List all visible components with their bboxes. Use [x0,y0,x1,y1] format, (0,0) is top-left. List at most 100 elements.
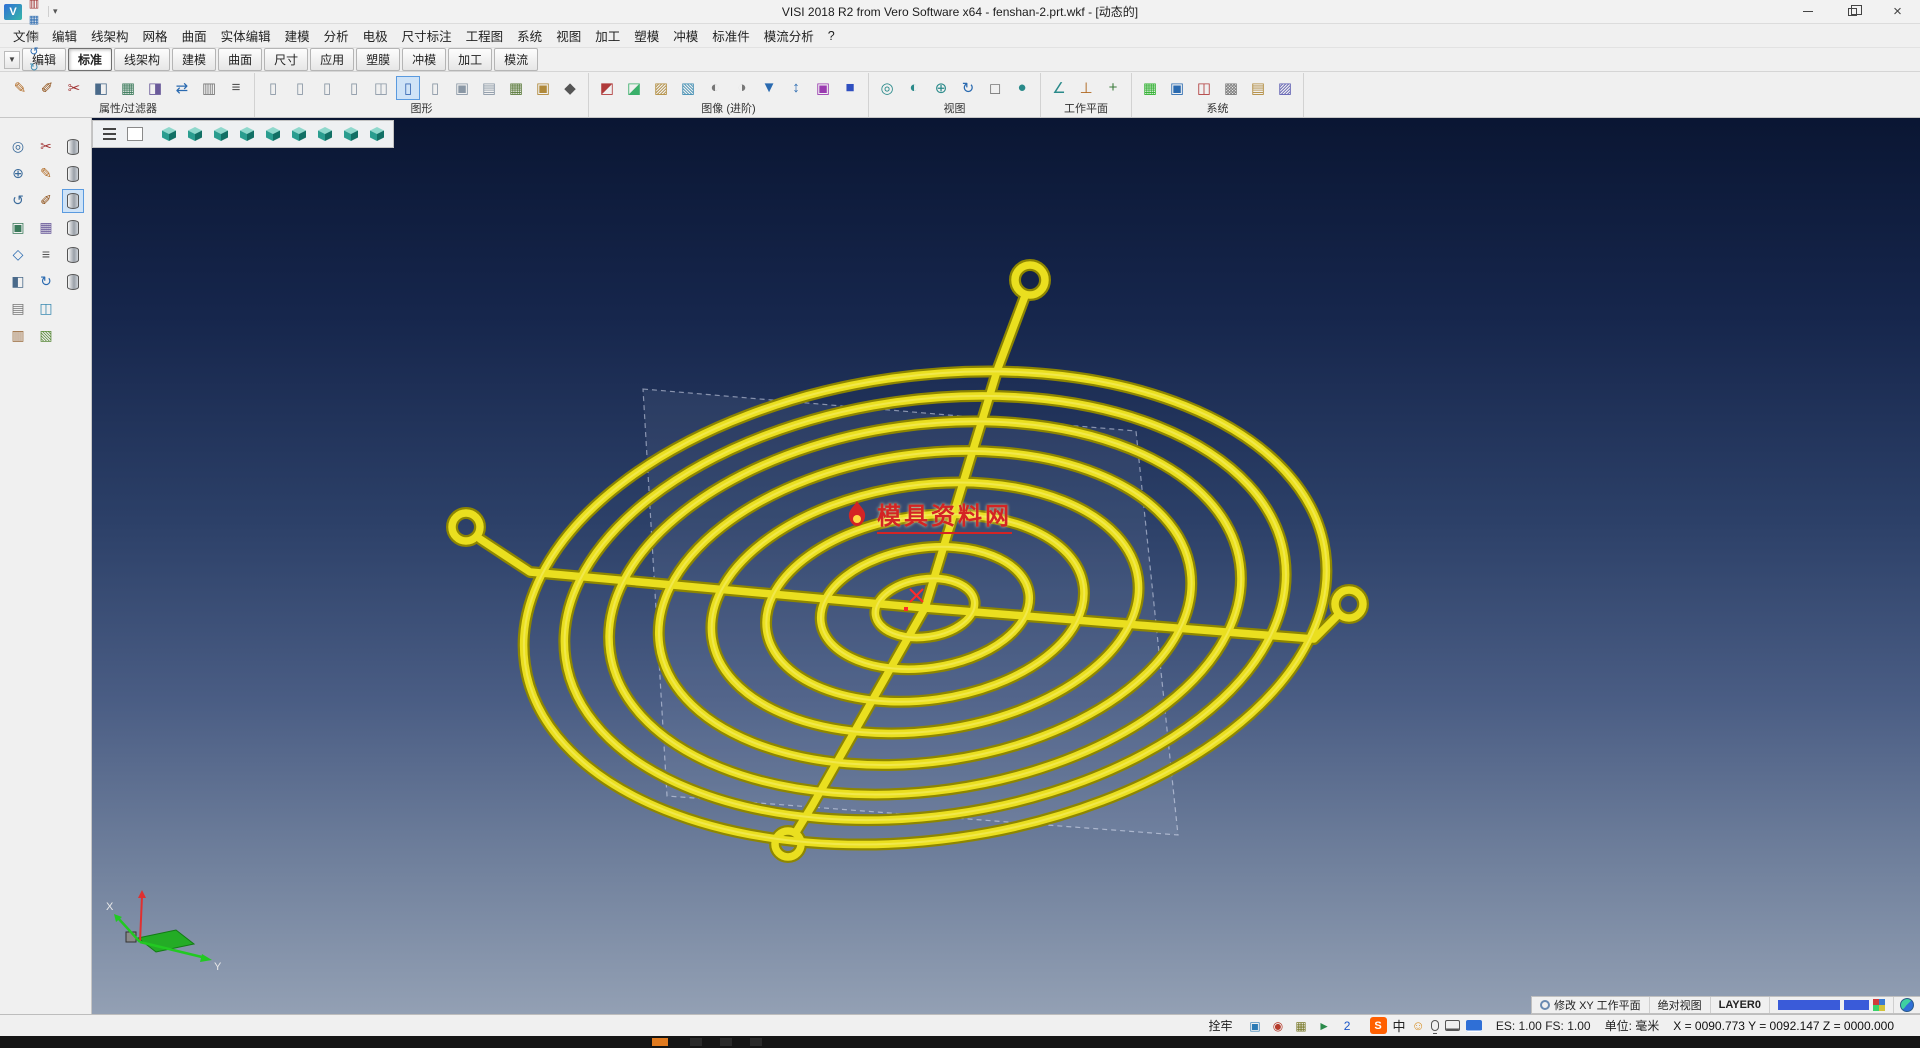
toolbar-icon-halfview[interactable]: ◐ [902,76,926,100]
help-count-icon[interactable]: 2 [1339,1017,1356,1034]
toolbar-icon-cyl-4[interactable]: ▯ [342,76,366,100]
left-tool-grid[interactable]: ▦ [33,215,59,239]
menu-mesh[interactable]: 网格 [136,23,175,48]
layer-cylinder-2[interactable] [62,162,84,186]
windows-taskbar[interactable] [0,1036,1920,1048]
menu-solid-edit[interactable]: 实体编辑 [214,23,278,48]
toolbar-icon-cyl-1[interactable]: ▯ [261,76,285,100]
menu-view[interactable]: 视图 [549,23,588,48]
toolbar-icon-rows[interactable]: ▤ [1246,76,1270,100]
menu-system[interactable]: 系统 [510,23,549,48]
grid-icon[interactable]: ▦ [1293,1017,1310,1034]
toolbar-icon-hatch-b[interactable]: ▧ [676,76,700,100]
toolbar-icon-perp[interactable]: ⊥ [1074,76,1098,100]
menu-wireframe[interactable]: 线架构 [84,23,136,48]
toolbar-icon-cyl-5[interactable]: ◫ [369,76,393,100]
layer-cylinder-5[interactable] [62,243,84,267]
toolbar-icon-grid[interactable]: ▦ [116,76,140,100]
ime-keyboard-icon[interactable] [1445,1020,1460,1031]
viewport-icon[interactable]: ▣ [1247,1017,1264,1034]
close-button[interactable]: × [1875,0,1920,24]
toolbar-icon-swap[interactable]: ⇄ [170,76,194,100]
model-canvas[interactable] [92,118,1920,1014]
toolbar-icon-angle[interactable]: ∠ [1047,76,1071,100]
toolbar-icon-half-a[interactable]: ◐ [703,76,727,100]
tab-surface[interactable]: 曲面 [218,48,262,71]
taskbar-icon[interactable] [690,1038,702,1046]
left-tool-snap[interactable]: ⊕ [5,161,31,185]
color-palette-icon[interactable] [1873,999,1885,1011]
ime-lang-toggle[interactable]: 中 [1393,1016,1406,1035]
cube-view-iso-3[interactable] [339,123,363,145]
toolbar-icon-target[interactable]: ◎ [875,76,899,100]
toolbar-icon-halfshade[interactable]: ◧ [89,76,113,100]
left-tool-redo[interactable]: ↻ [33,269,59,293]
toolbar-icon-frame[interactable]: ◻ [983,76,1007,100]
toolbar-icon-shade-b[interactable]: ◪ [622,76,646,100]
toolbar-icon-blue-cube[interactable]: ■ [838,76,862,100]
toolbar-icon-cyl-8[interactable]: ▤ [477,76,501,100]
menu-die[interactable]: 冲模 [666,23,705,48]
left-tool-hatch[interactable]: ▥ [5,323,31,347]
cube-view-iso-2[interactable] [183,123,207,145]
menu-surface[interactable]: 曲面 [175,23,214,48]
layer-cylinder-6[interactable] [62,270,84,294]
toolbar-icon-pencil[interactable]: ✎ [8,76,32,100]
toolbar-icon-pen[interactable]: ✐ [35,76,59,100]
tab-die[interactable]: 冲模 [402,48,446,71]
menu-mold[interactable]: 塑模 [627,23,666,48]
toolbar-icon-hatch[interactable]: ▥ [197,76,221,100]
ime-sogou-badge[interactable]: S [1370,1017,1387,1034]
layer-cylinder-4[interactable] [62,216,84,240]
view-menu-button[interactable] [97,123,121,145]
toolbar-icon-dot[interactable]: ● [1010,76,1034,100]
toolbar-icon-down[interactable]: ▼ [757,76,781,100]
toolbar-icon-cyl-6[interactable]: ▯ [423,76,447,100]
toolbar-icon-cyl-3[interactable]: ▯ [315,76,339,100]
menu-standard-parts[interactable]: 标准件 [705,23,757,48]
toolbar-icon-trim[interactable]: ✂ [62,76,86,100]
toolbar-icon-layer[interactable]: ▦ [504,76,528,100]
lock-toggle[interactable]: 拴牢 [1209,1017,1233,1034]
menu-analysis[interactable]: 分析 [317,23,356,48]
redo-icon[interactable]: ↻ [25,60,43,76]
menu-dimension[interactable]: 尺寸标注 [395,23,459,48]
app-icon[interactable]: V [4,4,22,20]
toolbar-icon-plus[interactable]: + [1101,76,1125,100]
toolbar-icon-shade[interactable]: ◨ [143,76,167,100]
toolbar-icon-cyl-2[interactable]: ▯ [288,76,312,100]
toolbar-icon-rotate[interactable]: ↻ [956,76,980,100]
cube-view-shaded[interactable] [365,123,389,145]
left-tool-undo[interactable]: ↺ [5,188,31,212]
restore-button[interactable] [1830,0,1875,24]
left-tool-select[interactable]: ◎ [5,134,31,158]
tab-modeling[interactable]: 建模 [172,48,216,71]
menu-modeling[interactable]: 建模 [278,23,317,48]
workplane-indicator[interactable]: 修改 XY 工作平面 [1532,997,1650,1013]
toolbar-icon-hatch-a[interactable]: ▨ [649,76,673,100]
orientation-sphere-icon[interactable] [1900,998,1914,1012]
left-tool-panel[interactable]: ◫ [33,296,59,320]
left-tool-rows[interactable]: ▤ [5,296,31,320]
toolbar-icon-list[interactable]: ≡ [224,76,248,100]
toolbar-icon-updown[interactable]: ↕ [784,76,808,100]
ime-emoji-icon[interactable]: ☺ [1412,1018,1425,1033]
minimize-button[interactable] [1785,0,1830,24]
ime-softkeyboard-icon[interactable] [1466,1020,1482,1032]
quick-access-caret-icon[interactable]: ▾ [48,6,62,17]
left-tool-list[interactable]: ≡ [33,242,59,266]
undo-icon[interactable]: ↺ [25,44,43,60]
layer-cylinder-1[interactable] [62,135,84,159]
menu-moldflow[interactable]: 模流分析 [757,23,821,48]
menu-electrode[interactable]: 电极 [356,23,395,48]
left-tool-diamond[interactable]: ◇ [5,242,31,266]
viewport-3d[interactable]: 模具资料网 X Y [92,118,1920,1014]
toolbar-icon-slant[interactable]: ▨ [1273,76,1297,100]
toolbar-icon-box[interactable]: ▣ [531,76,555,100]
ime-mic-icon[interactable] [1431,1020,1439,1031]
tab-standard[interactable]: 标准 [68,48,112,71]
plot-icon[interactable]: ▧ [25,28,43,44]
blank-view-button[interactable] [123,123,147,145]
cube-view-back[interactable] [287,123,311,145]
layer-indicator[interactable]: LAYER0 [1711,997,1770,1013]
